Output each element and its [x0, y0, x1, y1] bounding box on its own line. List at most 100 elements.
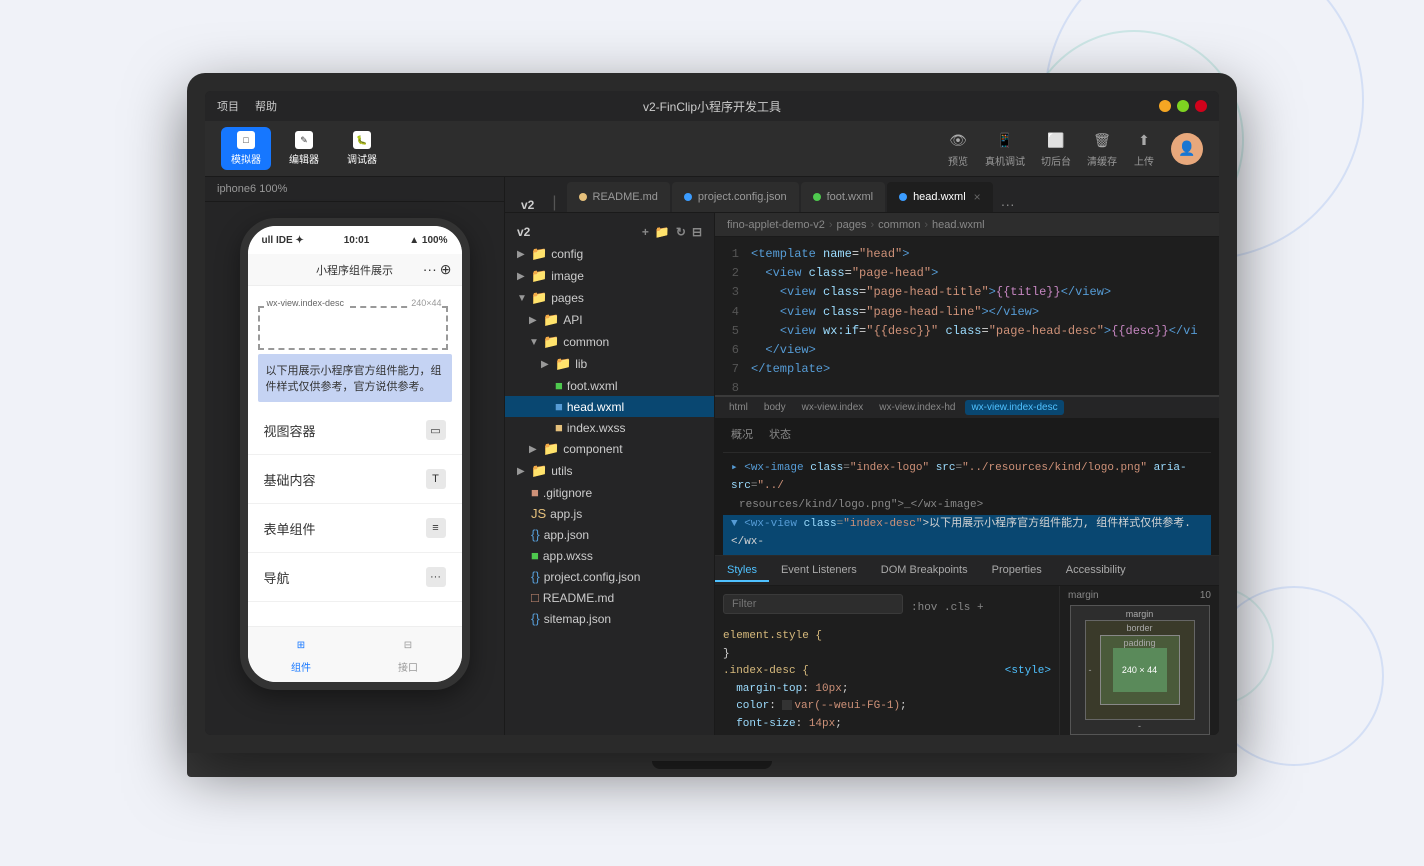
- menu-help[interactable]: 帮助: [255, 98, 277, 114]
- tree-foot-wxml[interactable]: ■ foot.wxml: [505, 375, 714, 396]
- tree-pages-label: pages: [551, 291, 584, 305]
- workspace-body: v2 + 📁 ↻ ⊟ ▶ 📁: [505, 213, 1219, 735]
- tree-image-label: image: [551, 269, 584, 283]
- chevron-right-icon: ▶: [529, 315, 539, 326]
- tab-foot-wxml[interactable]: foot.wxml: [801, 182, 885, 212]
- menu-project[interactable]: 项目: [217, 98, 239, 114]
- laptop-screen: 项目 帮助 v2-FinClip小程序开发工具 □ 模拟器: [205, 91, 1219, 735]
- folder-icon: 📁: [543, 334, 559, 350]
- file-tree: v2 + 📁 ↻ ⊟ ▶ 📁: [505, 213, 715, 735]
- clear-cache-icon: 🗑: [1091, 129, 1113, 151]
- node-wx-view-index-hd[interactable]: wx-view.index-hd: [873, 400, 961, 415]
- list-icon-2: ≡: [426, 518, 446, 538]
- tree-sitemap[interactable]: {} sitemap.json: [505, 608, 714, 629]
- tree-project-config[interactable]: {} project.config.json: [505, 566, 714, 587]
- dt-tab-preview[interactable]: 概况: [723, 425, 761, 448]
- box-content: 240 × 44: [1113, 648, 1167, 692]
- real-debug-action[interactable]: 📱 真机调试: [985, 129, 1025, 168]
- tree-api[interactable]: ▶ 📁 API: [505, 309, 714, 331]
- code-line-1: 1 <template name="head">: [715, 245, 1219, 264]
- dom-breakpoints-tab[interactable]: DOM Breakpoints: [869, 560, 980, 582]
- styles-filter-input[interactable]: [723, 594, 903, 614]
- editor-btn[interactable]: ✎ 编辑器: [279, 127, 329, 170]
- html-tree-content: ▸ <wx-image class="index-logo" src="../r…: [723, 459, 1211, 555]
- preview-action[interactable]: 👁 预览: [947, 129, 969, 168]
- collapse-icon[interactable]: ⊟: [692, 225, 702, 239]
- box-border-val: -: [1089, 665, 1092, 675]
- highlight-size: 240×44: [411, 298, 441, 308]
- bottom-nav-components[interactable]: ⊞ 组件: [248, 627, 355, 682]
- node-wx-view-index[interactable]: wx-view.index: [796, 400, 870, 415]
- laptop-notch: [652, 761, 772, 769]
- tree-app-js-label: app.js: [550, 507, 582, 521]
- bottom-nav-api[interactable]: ⊟ 接口: [355, 627, 462, 682]
- components-label: 组件: [291, 659, 311, 674]
- node-body[interactable]: body: [758, 400, 792, 415]
- user-avatar[interactable]: 👤: [1171, 133, 1203, 165]
- debug-icon: 🐛: [353, 131, 371, 149]
- laptop-body: 项目 帮助 v2-FinClip小程序开发工具 □ 模拟器: [187, 73, 1237, 753]
- tree-app-js[interactable]: JS app.js: [505, 503, 714, 524]
- simulator-body: ull IDE ✦ 10:01 ▲ 100% 小程序组件展示 ··· ⊕: [205, 202, 504, 735]
- tab-more-btn[interactable]: ···: [995, 196, 1021, 212]
- code-editor[interactable]: 1 <template name="head"> 2 <view class="…: [715, 237, 1219, 395]
- dt-tab-appdata[interactable]: 状态: [761, 425, 799, 448]
- breadcrumb-pages: pages: [837, 219, 867, 231]
- folder-icon: 📁: [531, 463, 547, 479]
- list-label-0: 视图容器: [264, 421, 316, 440]
- file-icon: {}: [531, 569, 540, 584]
- tab-project-config[interactable]: project.config.json: [672, 182, 799, 212]
- tree-utils[interactable]: ▶ 📁 utils: [505, 460, 714, 482]
- clear-cache-label: 清缓存: [1087, 153, 1117, 168]
- tree-lib[interactable]: ▶ 📁 lib: [505, 353, 714, 375]
- tree-gitignore[interactable]: ■ .gitignore: [505, 482, 714, 503]
- tab-head-wxml[interactable]: head.wxml ×: [887, 182, 993, 212]
- tree-app-wxss[interactable]: ■ app.wxss: [505, 545, 714, 566]
- device-label: iphone6: [217, 183, 256, 195]
- maximize-btn[interactable]: [1177, 100, 1189, 112]
- event-listeners-tab[interactable]: Event Listeners: [769, 560, 869, 582]
- new-folder-icon[interactable]: 📁: [655, 225, 670, 239]
- highlight-overlay: wx-view.index-desc 240×44: [258, 306, 448, 350]
- list-item-3[interactable]: 导航 ···: [248, 553, 462, 602]
- tree-readme[interactable]: □ README.md: [505, 587, 714, 608]
- tree-image[interactable]: ▶ 📁 image: [505, 265, 714, 287]
- tree-index-wxss[interactable]: ■ index.wxss: [505, 417, 714, 438]
- list-item-0[interactable]: 视图容器 ▭: [248, 406, 462, 455]
- element-style-selector: element.style {: [723, 628, 1051, 646]
- chevron-down-icon: ▼: [529, 337, 539, 348]
- close-btn[interactable]: [1195, 100, 1207, 112]
- switch-action[interactable]: ⬜ 切后台: [1041, 129, 1071, 168]
- components-icon: ⊞: [291, 636, 311, 656]
- new-file-icon[interactable]: +: [642, 225, 649, 239]
- tree-component[interactable]: ▶ 📁 component: [505, 438, 714, 460]
- node-wx-view-index-desc[interactable]: wx-view.index-desc: [965, 400, 1063, 415]
- refresh-icon[interactable]: ↻: [676, 225, 686, 239]
- box-model-title-row: margin 10: [1060, 586, 1219, 605]
- list-item-2[interactable]: 表单组件 ≡: [248, 504, 462, 553]
- minimize-btn[interactable]: [1159, 100, 1171, 112]
- chevron-right-icon: ▶: [541, 359, 551, 370]
- tab-readme-label: README.md: [593, 191, 658, 203]
- tab-readme[interactable]: README.md: [567, 182, 670, 212]
- upload-action[interactable]: ⬆ 上传: [1133, 129, 1155, 168]
- list-label-2: 表单组件: [264, 519, 316, 538]
- node-html[interactable]: html: [723, 400, 754, 415]
- tree-config[interactable]: ▶ 📁 config: [505, 243, 714, 265]
- tree-lib-label: lib: [575, 357, 587, 371]
- tree-head-wxml[interactable]: ■ head.wxml: [505, 396, 714, 417]
- tree-common[interactable]: ▼ 📁 common: [505, 331, 714, 353]
- list-item-1[interactable]: 基础内容 T: [248, 455, 462, 504]
- clear-cache-action[interactable]: 🗑 清缓存: [1087, 129, 1117, 168]
- tree-app-json[interactable]: {} app.json: [505, 524, 714, 545]
- real-debug-icon: 📱: [994, 129, 1016, 151]
- debug-btn[interactable]: 🐛 调试器: [337, 127, 387, 170]
- simulate-btn[interactable]: □ 模拟器: [221, 127, 271, 170]
- tree-pages[interactable]: ▼ 📁 pages: [505, 287, 714, 309]
- accessibility-tab[interactable]: Accessibility: [1054, 560, 1138, 582]
- tab-close-icon[interactable]: ×: [974, 190, 981, 204]
- project-config-dot: [684, 193, 692, 201]
- properties-tab[interactable]: Properties: [980, 560, 1054, 582]
- styles-tab[interactable]: Styles: [715, 560, 769, 582]
- node-breadcrumb: html body wx-view.index wx-view.index-hd…: [715, 397, 1219, 419]
